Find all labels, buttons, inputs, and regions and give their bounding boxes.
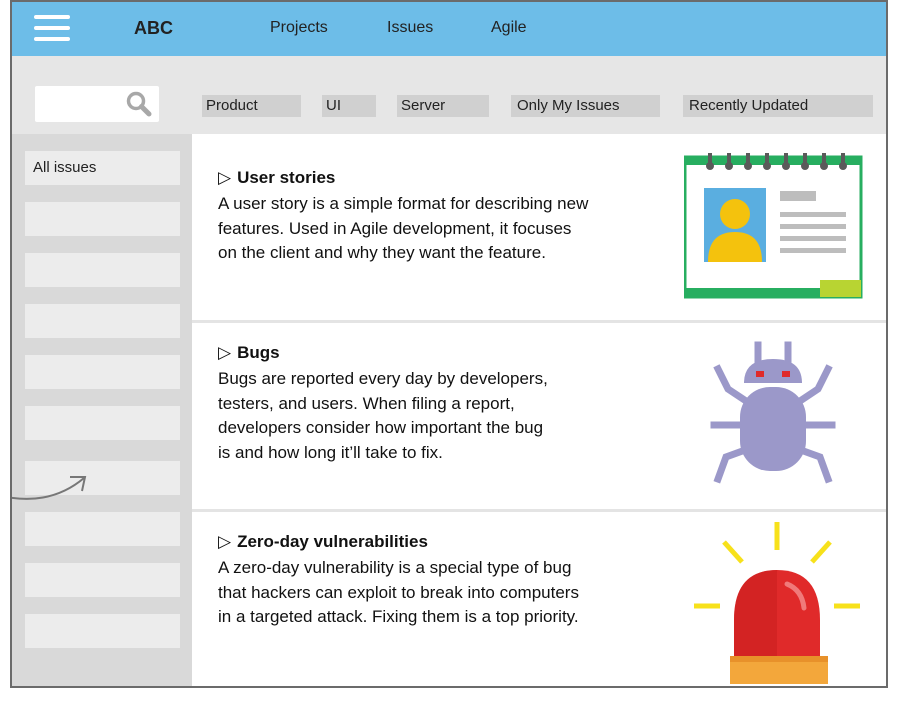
section-zero-day: ▷ Zero-day vulnerabilities A zero-day vul…	[192, 512, 886, 686]
curved-arrow-icon	[12, 476, 87, 500]
section-title[interactable]: ▷ Zero-day vulnerabilities	[218, 532, 428, 552]
search-input[interactable]	[35, 86, 159, 122]
section-title[interactable]: ▷ Bugs	[218, 343, 280, 363]
filter-chip-product[interactable]: Product	[202, 95, 301, 117]
sidebar-item[interactable]	[25, 614, 180, 648]
app-window: ABC Projects Issues Agile Product UI Ser…	[10, 0, 888, 688]
expand-triangle-icon: ▷	[218, 168, 232, 187]
alarm-siren-icon	[694, 522, 860, 684]
filter-chip-only-my-issues[interactable]: Only My Issues	[511, 95, 660, 117]
sidebar-item[interactable]	[25, 563, 180, 597]
filter-chip-server[interactable]: Server	[397, 95, 489, 117]
filter-bar: Product UI Server Only My Issues Recentl…	[12, 56, 886, 134]
nav-projects[interactable]: Projects	[270, 19, 328, 37]
app-logo: ABC	[134, 18, 173, 38]
sidebar-item[interactable]	[25, 253, 180, 287]
profile-card-icon	[684, 153, 863, 299]
search-icon[interactable]	[125, 90, 153, 118]
sidebar-item[interactable]	[25, 406, 180, 440]
sidebar-item[interactable]	[25, 512, 180, 546]
section-title[interactable]: ▷ User stories	[218, 168, 335, 188]
expand-triangle-icon: ▷	[218, 343, 232, 362]
nav-issues[interactable]: Issues	[387, 19, 433, 37]
filter-chip-recently-updated[interactable]: Recently Updated	[683, 95, 873, 117]
filter-chip-ui[interactable]: UI	[322, 95, 376, 117]
section-bugs: ▷ Bugs Bugs are reported every day by dev…	[192, 323, 886, 509]
sidebar-item[interactable]	[25, 202, 180, 236]
sidebar-item[interactable]	[25, 304, 180, 338]
expand-triangle-icon: ▷	[218, 532, 232, 551]
sidebar: All issues	[12, 134, 192, 686]
section-description: A user story is a simple format for desc…	[218, 194, 589, 262]
nav-agile[interactable]: Agile	[491, 19, 527, 37]
top-nav-bar: ABC Projects Issues Agile	[12, 2, 886, 56]
sidebar-item-all-issues[interactable]: All issues	[25, 151, 180, 185]
bug-icon	[710, 341, 836, 484]
section-user-stories: ▷ User stories A user story is a simple f…	[192, 134, 886, 320]
hamburger-menu-icon[interactable]	[34, 15, 70, 41]
sidebar-item[interactable]	[25, 355, 180, 389]
section-description: Bugs are reported every day by developer…	[218, 369, 548, 462]
section-description: A zero-day vulnerability is a special ty…	[218, 558, 579, 626]
